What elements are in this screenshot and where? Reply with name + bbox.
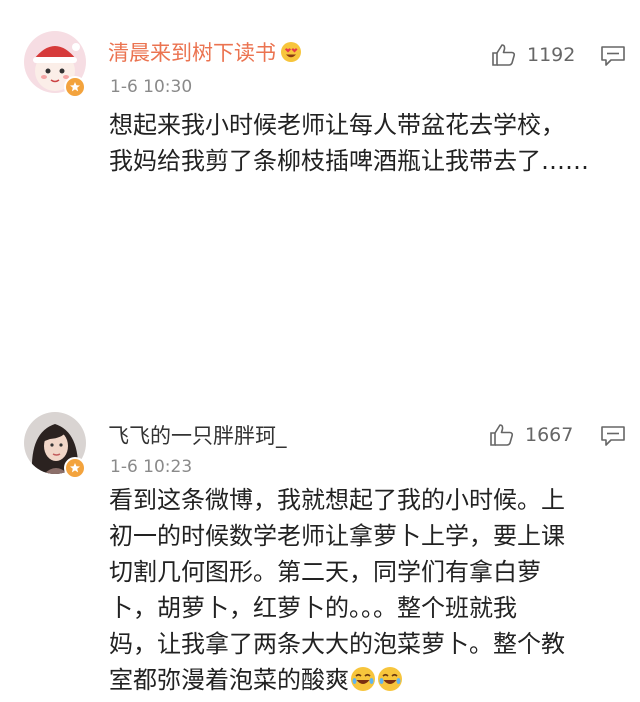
comment-item: 清晨来到树下读书 1-6 10:30 1192 想起来我小时候老师让每人带盆花去… [0, 0, 640, 200]
comment-text: 想起来我小时候老师让每人带盆花去学校， 我妈给我剪了条柳枝插啤酒瓶让我带去了…… [109, 107, 624, 179]
comment-text-tail: 室都弥漫着泡菜的酸爽 [109, 666, 349, 694]
laugh-cry-emoji-icon [350, 666, 376, 692]
comment-text: 看到这条微博，我就想起了我的小时候。上 初一的时候数学老师让拿萝卜上学，要上课 … [109, 482, 624, 698]
laugh-cry-emoji-icon [377, 666, 403, 692]
verified-badge-icon [64, 76, 86, 98]
thumbs-up-icon [490, 424, 514, 446]
username[interactable]: 清晨来到树下读书 [108, 40, 302, 66]
username-text[interactable]: 飞飞的一只胖胖珂_ [108, 424, 287, 448]
comment-text-line: 卜，胡萝卜，红萝卜的。。。整个班就我 [109, 594, 517, 622]
comment-text-line: 看到这条微博，我就想起了我的小时候。上 [109, 486, 565, 514]
like-count: 1192 [527, 44, 576, 66]
username[interactable]: 飞飞的一只胖胖珂_ [108, 423, 287, 449]
comment-text-line: 室都弥漫着泡菜的酸爽 [109, 662, 624, 698]
comment-text-line: 想起来我小时候老师让每人带盆花去学校， [109, 111, 565, 139]
like-button[interactable]: 1667 [489, 423, 573, 447]
timestamp: 1-6 10:23 [110, 457, 193, 477]
comment-text-line: 妈，让我拿了两条大大的泡菜萝卜。整个教 [109, 630, 565, 658]
like-button[interactable]: 1192 [491, 43, 575, 67]
like-count: 1667 [525, 424, 574, 446]
comment-text-line: 初一的时候数学老师让拿萝卜上学，要上课 [109, 522, 565, 550]
verified-badge-icon [64, 457, 86, 479]
comment-text-line: 切割几何图形。第二天，同学们有拿白萝 [109, 558, 541, 586]
heart-eyes-emoji-icon [280, 41, 302, 63]
comment-item: 飞飞的一只胖胖珂_ 1-6 10:23 1667 看到这条微博，我就想起了我的小… [0, 200, 640, 694]
thumbs-up-icon [492, 44, 516, 66]
reply-comment-icon[interactable] [600, 425, 626, 447]
username-text[interactable]: 清晨来到树下读书 [108, 41, 276, 65]
timestamp: 1-6 10:30 [110, 77, 193, 97]
reply-comment-icon[interactable] [600, 45, 626, 67]
comment-text-line: 我妈给我剪了条柳枝插啤酒瓶让我带去了…… [109, 147, 589, 175]
